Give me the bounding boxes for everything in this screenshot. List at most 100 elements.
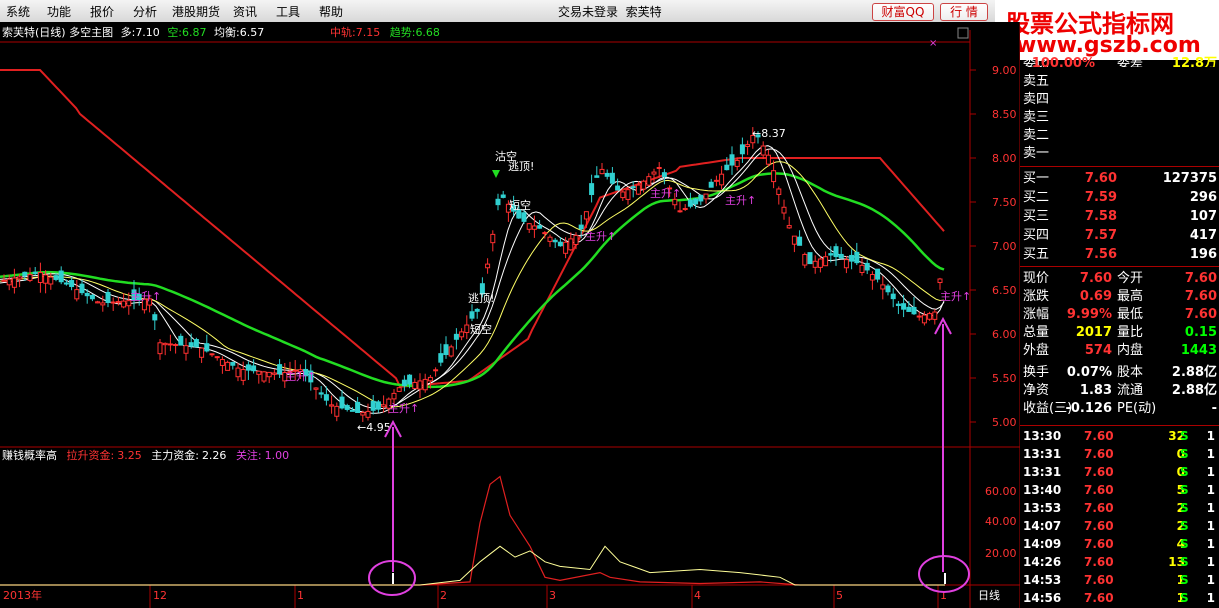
lasheng-label: 拉升资金: bbox=[67, 448, 115, 462]
tick-row[interactable]: 13:31 7.60 0 S 1 bbox=[1020, 463, 1219, 481]
caifu-qq-button[interactable]: 财富QQ bbox=[872, 3, 934, 21]
candle-body bbox=[812, 260, 818, 268]
tick-row[interactable]: 13:40 7.60 5 S 1 bbox=[1020, 481, 1219, 499]
candle-body bbox=[552, 239, 558, 243]
menu-help[interactable]: 帮助 bbox=[319, 3, 343, 20]
candle-body bbox=[573, 234, 579, 245]
candle-body bbox=[625, 189, 631, 200]
menu-quote[interactable]: 报价 bbox=[90, 3, 114, 20]
tick-time: 13:31 bbox=[1023, 465, 1062, 479]
weibi-row: 委比 100.00% 委差 12.8万 bbox=[1020, 55, 1219, 67]
candle-body bbox=[344, 405, 350, 410]
duankong-signal: 短空 bbox=[509, 198, 531, 212]
quote-value: 7.60 bbox=[1184, 289, 1217, 304]
zhusheng-signal: 主升↑ bbox=[585, 230, 616, 243]
tick-count: 1 bbox=[1206, 573, 1215, 587]
candle-body bbox=[74, 289, 80, 300]
period-label[interactable]: 日线 bbox=[978, 588, 1000, 602]
candle-body bbox=[901, 303, 907, 310]
candle-body bbox=[427, 376, 433, 382]
candle-body bbox=[500, 194, 506, 198]
tick-time: 14:53 bbox=[1023, 573, 1062, 587]
menu-tools[interactable]: 工具 bbox=[276, 3, 300, 20]
menu-hk-futures[interactable]: 港股期货 bbox=[172, 3, 220, 20]
candle-body bbox=[464, 324, 470, 334]
menu-analysis[interactable]: 分析 bbox=[133, 3, 157, 20]
candle-body bbox=[235, 367, 241, 378]
candle-body bbox=[921, 314, 927, 324]
zhusheng-signal: 主升↑ bbox=[285, 370, 316, 383]
chart-marker-icon: × bbox=[929, 38, 937, 49]
candle-body bbox=[266, 371, 272, 378]
candle-body bbox=[885, 285, 891, 293]
candle-body bbox=[583, 211, 589, 220]
tick-price: 7.60 bbox=[1084, 483, 1114, 497]
candle-body bbox=[797, 236, 803, 246]
candle-body bbox=[115, 301, 121, 304]
candle-body bbox=[110, 301, 116, 304]
candle-body bbox=[615, 185, 621, 191]
tick-price: 7.60 bbox=[1084, 501, 1114, 515]
candle-body bbox=[656, 167, 662, 170]
buy-price: 7.60 bbox=[1084, 171, 1117, 186]
tick-row[interactable]: 14:56 7.60 1 S 1 bbox=[1020, 589, 1219, 607]
candle-body bbox=[339, 396, 345, 409]
quote-value: 0.15 bbox=[1184, 325, 1217, 340]
buy-row[interactable]: 买四 7.57 417 bbox=[1020, 227, 1219, 245]
quote-row: 换手 0.07% 股本 2.88亿 bbox=[1020, 364, 1219, 382]
weicha-label: 委差 bbox=[1117, 56, 1144, 67]
buy-row[interactable]: 买一 7.60 127375 bbox=[1020, 170, 1219, 188]
tick-row[interactable]: 13:31 7.60 0 S 1 bbox=[1020, 445, 1219, 463]
tick-price: 7.60 bbox=[1084, 555, 1114, 569]
tick-row[interactable]: 14:09 7.60 4 S 1 bbox=[1020, 535, 1219, 553]
candle-body bbox=[823, 256, 829, 267]
quote-label: 涨幅 bbox=[1023, 307, 1050, 322]
candle-body bbox=[261, 371, 267, 382]
candle-body bbox=[214, 356, 220, 359]
candle-body bbox=[542, 232, 548, 235]
main-title: 索芙特(日线) 多空主图 bbox=[2, 25, 113, 39]
candle-body bbox=[635, 184, 641, 195]
candle-body bbox=[651, 171, 657, 175]
price-axis-tick: 5.00 bbox=[992, 416, 1017, 429]
main-header: 索芙特(日线) 多空主图 多:7.10 空:6.87 均衡:6.57 bbox=[2, 25, 264, 39]
menu-system[interactable]: 系统 bbox=[6, 3, 30, 20]
tick-row[interactable]: 13:53 7.60 2 S 1 bbox=[1020, 499, 1219, 517]
buy-row[interactable]: 买二 7.59 296 bbox=[1020, 189, 1219, 207]
candle-body bbox=[703, 193, 709, 200]
candle-body bbox=[604, 172, 610, 177]
tick-row[interactable]: 14:26 7.60 13 S 1 bbox=[1020, 553, 1219, 571]
tick-side: S bbox=[1180, 483, 1189, 497]
candle-body bbox=[219, 359, 225, 366]
candle-body bbox=[79, 283, 85, 294]
tick-price: 7.60 bbox=[1084, 429, 1114, 443]
guanzhu-label: 关注: bbox=[236, 448, 262, 462]
tick-row[interactable]: 14:07 7.60 2 S 1 bbox=[1020, 517, 1219, 535]
buy-row[interactable]: 买五 7.56 196 bbox=[1020, 246, 1219, 264]
candle-body bbox=[84, 292, 90, 297]
tick-time: 13:53 bbox=[1023, 501, 1062, 515]
weibi-value: 100.00% bbox=[1031, 56, 1095, 67]
tick-price: 7.60 bbox=[1084, 573, 1114, 587]
candle-body bbox=[807, 252, 813, 265]
tick-row[interactable]: 14:53 7.60 1 S 1 bbox=[1020, 571, 1219, 589]
menu-function[interactable]: 功能 bbox=[47, 3, 71, 20]
buy-row[interactable]: 买三 7.58 107 bbox=[1020, 208, 1219, 226]
candle-body bbox=[724, 164, 730, 171]
quote-value: 7.60 bbox=[1184, 307, 1217, 322]
zhuli-value: 2.26 bbox=[202, 449, 227, 462]
candle-body bbox=[370, 400, 376, 411]
kline-chart[interactable]: × 索芙特(日线) 多空主图 多:7.10 空:6.87 均衡:6.57 中轨:… bbox=[0, 22, 1020, 608]
candle-body bbox=[407, 374, 413, 385]
menu-news[interactable]: 资讯 bbox=[233, 3, 257, 20]
candle-body bbox=[869, 274, 875, 281]
buy-label: 买四 bbox=[1023, 228, 1050, 243]
quote-row: 净资 1.83 流通 2.88亿 bbox=[1020, 382, 1219, 400]
quote-label: 内盘 bbox=[1117, 343, 1144, 358]
tick-row[interactable]: 13:30 7.60 32 S 1 bbox=[1020, 427, 1219, 445]
candle-body bbox=[713, 179, 719, 182]
hangqing-button[interactable]: 行 情 bbox=[940, 3, 988, 21]
quote-value: -0.126 bbox=[1065, 401, 1112, 416]
candle-body bbox=[412, 381, 418, 390]
date-axis-tick: 4 bbox=[694, 589, 701, 602]
